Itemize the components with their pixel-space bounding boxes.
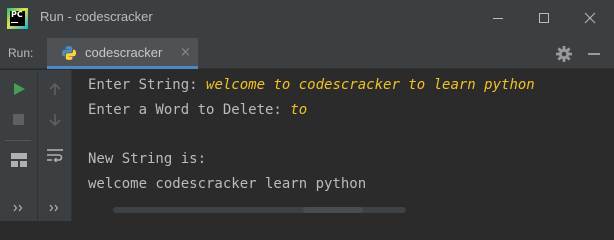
pycharm-logo-icon: PC [7,8,28,29]
console-line-5: welcome codescracker learn python [88,176,367,192]
title-bar: PC Run - codescracker [0,0,614,38]
stop-icon[interactable] [12,113,25,126]
prompt-enter-word: Enter a Word to Delete: [88,102,291,118]
run-toolwindow-header: Run: codescracker × [0,38,614,69]
user-input-word: to [290,102,308,118]
maximize-icon [539,13,549,23]
minimize-icon [493,18,503,19]
window-title: Run - codescracker [40,9,153,24]
prompt-enter-string: Enter String: [88,77,207,93]
soft-wrap-icon[interactable] [47,148,63,162]
run-actions-toolbar [0,70,38,221]
maximize-button[interactable] [521,0,567,36]
python-file-icon [62,46,76,60]
expand-more-icon[interactable] [13,204,25,212]
console-line-1: Enter String: welcome to codescracker to… [88,77,535,93]
console-output[interactable]: Enter String: welcome to codescracker to… [73,70,614,221]
console-line-2: Enter a Word to Delete: to [88,102,307,118]
layout-icon[interactable] [11,153,27,167]
settings-gear-icon[interactable] [555,45,573,63]
run-label: Run: [8,46,34,60]
horizontal-scrollbar-thumb[interactable] [303,207,363,213]
close-window-button[interactable] [567,0,613,36]
rerun-play-icon[interactable] [12,82,26,96]
scroll-down-arrow-icon[interactable] [48,113,62,127]
hide-toolwindow-button[interactable] [588,53,600,55]
minimize-button[interactable] [475,0,521,36]
console-line-4: New String is: [88,151,207,167]
user-input-string: welcome to codescracker to learn python [206,77,535,93]
tab-codescracker[interactable]: codescracker × [47,38,198,69]
tab-label: codescracker [85,45,163,60]
scroll-up-arrow-icon[interactable] [48,82,62,96]
close-icon [584,12,596,24]
console-actions-toolbar [38,70,72,221]
tab-close-button[interactable]: × [180,45,191,60]
expand-more-icon[interactable] [49,204,61,212]
